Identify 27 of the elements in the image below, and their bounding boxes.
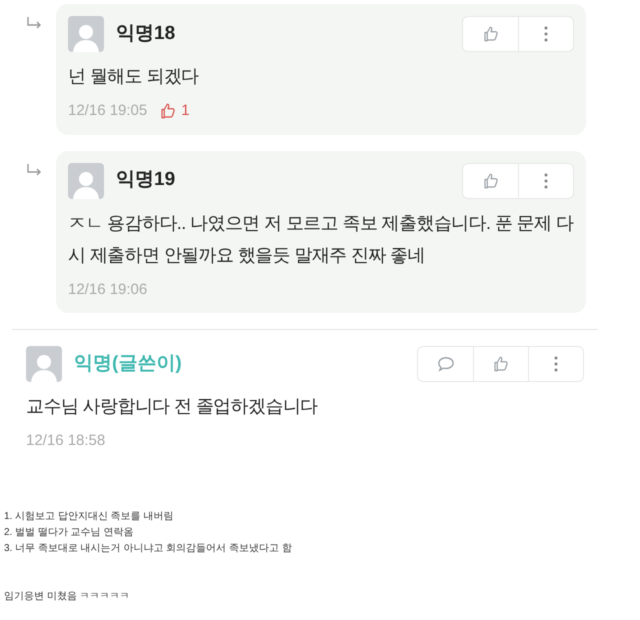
avatar-icon — [26, 346, 62, 382]
more-icon — [544, 172, 548, 188]
thumbs-up-icon — [492, 355, 510, 373]
comment-time: 12/16 19:05 — [68, 101, 148, 121]
like-count: 1 — [181, 101, 190, 121]
author-name: 익명19 — [116, 168, 176, 192]
note-line: 1. 시험보고 답안지대신 족보를 내버림 — [4, 510, 174, 524]
thumbs-up-icon — [482, 172, 500, 190]
comment-time: 12/16 19:06 — [68, 280, 148, 300]
thumbs-up-icon — [482, 25, 500, 43]
thumbs-up-icon — [159, 102, 178, 120]
speech-bubble-icon — [436, 356, 454, 372]
more-icon — [554, 356, 558, 372]
author-name: 익명18 — [116, 22, 176, 46]
avatar-icon — [68, 162, 104, 198]
reply-arrow-icon — [26, 162, 42, 176]
closing-text: 임기응변 미쳤음 ㅋㅋㅋㅋㅋ — [4, 590, 131, 604]
author-name: 익명(글쓴이) — [74, 352, 182, 376]
comment-text: 넌 뭘해도 되겠다 — [68, 65, 200, 88]
avatar-icon — [68, 16, 104, 52]
comment-text: 교수님 사랑합니다 전 졸업하겠습니다 — [26, 395, 319, 418]
comment-text: ㅈㄴ 용감하다.. 나였으면 저 모르고 족보 제출했습니다. 푼 문제 다시 제출하면 안될까요 했을듯 말재주 진짜 좋네 — [68, 212, 574, 266]
comment-time: 12/16 18:58 — [26, 431, 106, 451]
more-icon — [544, 26, 548, 42]
note-line: 3. 너무 족보대로 내시는거 아니냐고 회의감들어서 족보냈다고 함 — [4, 542, 293, 556]
reply-arrow-icon — [26, 16, 42, 30]
note-line: 2. 벌벌 떨다가 교수님 연락옴 — [4, 526, 134, 540]
